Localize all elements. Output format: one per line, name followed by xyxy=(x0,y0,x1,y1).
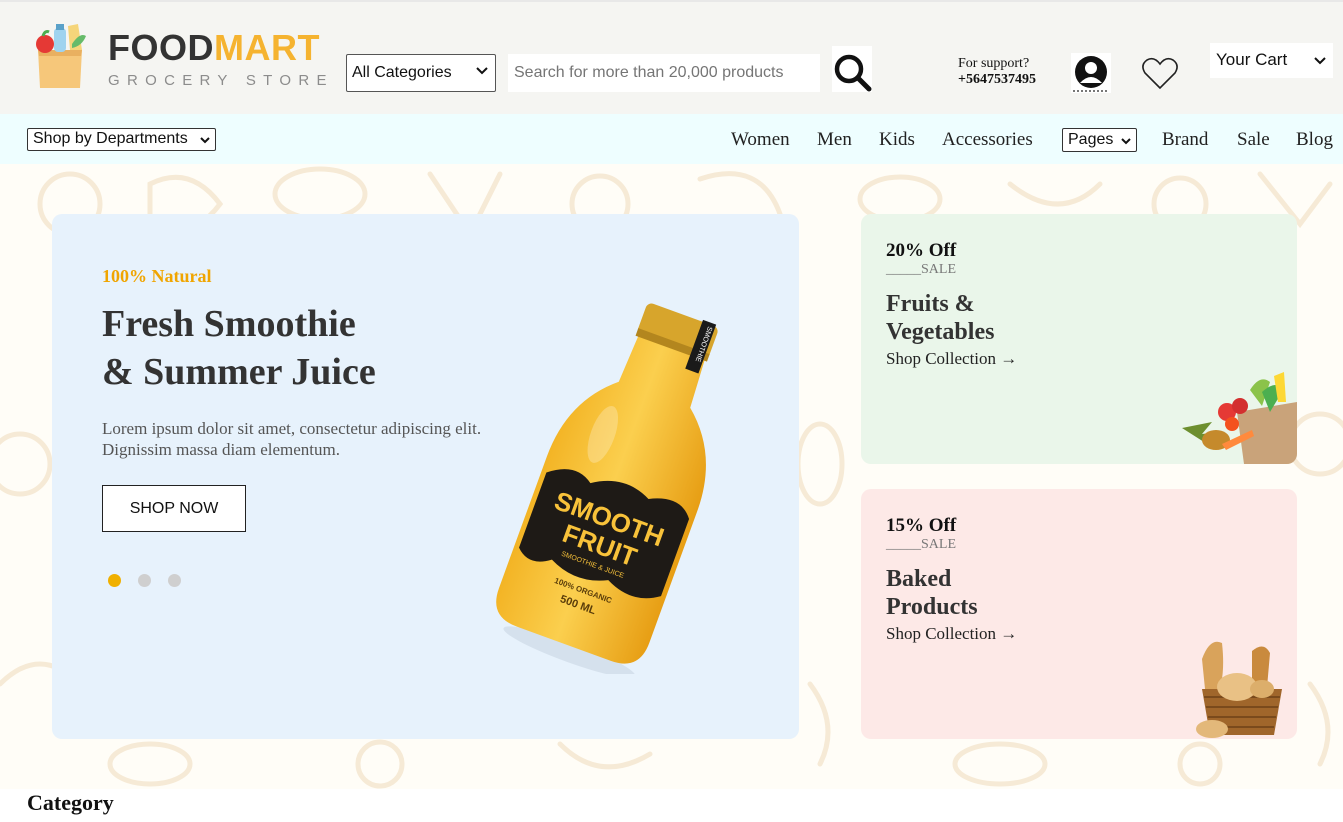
category-section-title: Category xyxy=(27,790,114,815)
nav-link-kids[interactable]: Kids xyxy=(879,129,915,151)
cart-select-value: Your Cart xyxy=(1216,50,1288,69)
promo-title-line-1: Fruits & xyxy=(886,291,975,317)
logo-title-food: FOOD xyxy=(108,27,214,68)
site-header: FOODMART GROCERY STORE All Categories Fo… xyxy=(0,0,1343,114)
departments-select[interactable]: Shop by Departments xyxy=(27,128,216,151)
nav-link-blog[interactable]: Blog xyxy=(1296,129,1333,151)
hero-title-line-2: & Summer Juice xyxy=(102,351,376,393)
shop-collection-link[interactable]: Shop Collection → xyxy=(886,624,1017,644)
category-select[interactable]: All Categories xyxy=(346,54,496,92)
promo-title-line-2: Vegetables xyxy=(886,319,995,345)
hero-title: Fresh Smoothie & Summer Juice xyxy=(102,300,462,396)
cart-select[interactable]: Your Cart xyxy=(1210,43,1333,78)
promo-discount: 15% Off xyxy=(886,515,957,536)
nav-link-accessories[interactable]: Accessories xyxy=(942,129,1033,151)
promo-title: Baked Products xyxy=(886,565,1086,621)
promo-title-line-2: Products xyxy=(886,594,978,620)
search-button[interactable] xyxy=(832,46,872,92)
promo-title-line-1: Baked xyxy=(886,566,952,592)
juice-bottle-image: SMOOTHIE SMOOTH FRUIT SMOOTHIE & JUICE 1… xyxy=(496,303,718,674)
pages-select[interactable]: Pages xyxy=(1062,128,1137,152)
nav-link-sale[interactable]: Sale xyxy=(1237,129,1270,151)
promo-sale-label: _____SALE xyxy=(886,262,956,277)
grocery-bag-icon xyxy=(36,24,86,88)
bread-basket-image xyxy=(1196,641,1282,738)
hero-title-line-1: Fresh Smoothie xyxy=(102,303,356,345)
support-info: For support? +5647537495 xyxy=(958,56,1036,88)
main-nav: Shop by Departments Women Men Kids Acces… xyxy=(0,114,1343,164)
wishlist-button[interactable] xyxy=(1140,53,1180,93)
slide-dot-2[interactable] xyxy=(138,574,151,587)
heart-icon xyxy=(1142,57,1178,90)
user-icon xyxy=(1073,56,1109,92)
search-input[interactable] xyxy=(508,54,820,92)
category-select-value: All Categories xyxy=(352,64,452,81)
support-label: For support? xyxy=(958,56,1030,71)
hero-tagline: 100% Natural xyxy=(102,266,212,286)
shop-now-button[interactable]: SHOP NOW xyxy=(102,485,246,532)
slide-dot-3[interactable] xyxy=(168,574,181,587)
search-icon xyxy=(834,54,872,92)
promo-card-fruits[interactable]: 20% Off _____SALE Fruits & Vegetables Sh… xyxy=(861,214,1297,464)
slide-dot-1[interactable] xyxy=(108,574,121,587)
chevron-down-icon xyxy=(1314,57,1326,65)
logo-subtitle: GROCERY STORE xyxy=(108,72,334,89)
main-banner: 100% Natural Fresh Smoothie & Summer Jui… xyxy=(52,214,799,739)
promo-card-baked[interactable]: 15% Off _____SALE Baked Products Shop Co… xyxy=(861,489,1297,739)
hero-section: 100% Natural Fresh Smoothie & Summer Jui… xyxy=(0,164,1343,789)
nav-link-brand[interactable]: Brand xyxy=(1162,129,1208,151)
hero-description: Lorem ipsum dolor sit amet, consectetur … xyxy=(102,419,482,459)
shop-collection-link[interactable]: Shop Collection → xyxy=(886,349,1017,369)
site-logo[interactable]: FOODMART GROCERY STORE xyxy=(30,20,330,96)
user-account-button[interactable] xyxy=(1071,53,1111,93)
chevron-down-icon xyxy=(200,137,210,144)
chevron-down-icon xyxy=(1121,138,1131,145)
nav-link-women[interactable]: Women xyxy=(731,129,790,151)
pages-select-value: Pages xyxy=(1068,131,1114,148)
support-phone[interactable]: +5647537495 xyxy=(958,72,1036,88)
logo-title: FOODMART xyxy=(108,28,320,68)
logo-title-mart: MART xyxy=(214,27,320,68)
departments-select-value: Shop by Departments xyxy=(33,130,188,147)
promo-discount: 20% Off xyxy=(886,240,957,261)
chevron-down-icon xyxy=(476,67,488,75)
vegetable-bag-image xyxy=(1182,372,1297,464)
nav-link-men[interactable]: Men xyxy=(817,129,852,151)
promo-title: Fruits & Vegetables xyxy=(886,290,1086,346)
promo-sale-label: _____SALE xyxy=(886,537,956,552)
